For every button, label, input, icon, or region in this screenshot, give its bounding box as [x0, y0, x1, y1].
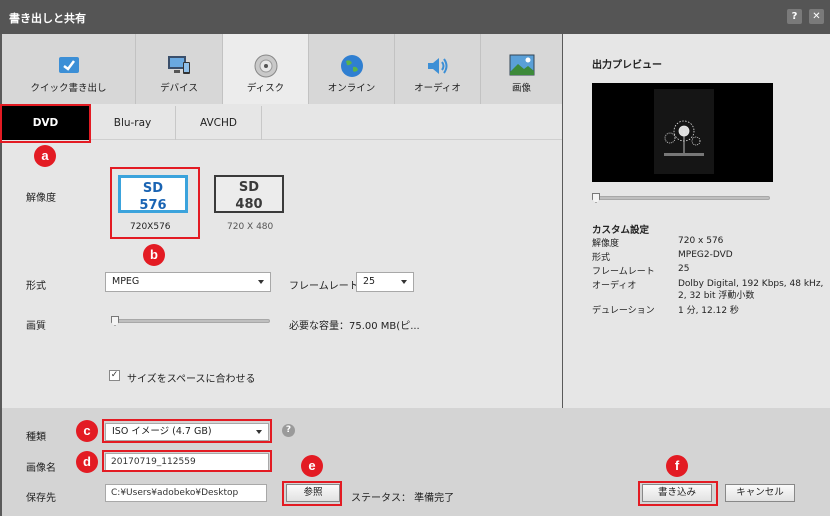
custom-settings-title: カスタム設定 [592, 225, 650, 236]
tab-label: クイック書き出し [30, 83, 107, 94]
resolution-line2: 480 [235, 197, 263, 212]
quick-export-icon [57, 54, 81, 79]
annotation-box-a [0, 104, 91, 143]
disc-icon [254, 54, 278, 81]
annotation-badge-f: f [666, 455, 688, 477]
annotation-box-f [638, 481, 718, 506]
resolution-caption: 720 X 480 [227, 222, 274, 232]
status-text: ステータス： 準備完了 [351, 493, 455, 504]
fit-to-space-label: サイズをスペースに合わせる [127, 374, 256, 385]
framerate-value: 25 [363, 276, 376, 287]
annotation-badge-b: b [143, 244, 165, 266]
setting-key: デュレーション [592, 306, 655, 316]
quality-slider[interactable] [112, 319, 270, 323]
required-space-text: 必要な容量：75.00 MB(ピ... [289, 321, 420, 332]
save-location-input[interactable]: C:¥Users¥adobeko¥Desktop [105, 484, 267, 502]
export-type-tabs: クイック書き出し デバイス ディスク オンライン オーディオ 画像 [2, 34, 562, 104]
cancel-button[interactable]: キャンセル [725, 484, 795, 502]
setting-value: 720 x 576 [678, 236, 724, 246]
name-label: 画像名 [26, 463, 56, 474]
annotation-box-d [102, 450, 272, 472]
annotation-box-e [282, 481, 342, 506]
output-preview-panel: 出力プレビュー カスタム設定 解像度 720 x 576 形式 MPEG2-DV… [563, 34, 830, 408]
chevron-down-icon [401, 280, 407, 284]
speaker-icon [425, 54, 451, 81]
setting-key: 形式 [592, 253, 611, 263]
tab-disc[interactable]: ディスク [223, 34, 309, 104]
setting-value: MPEG2-DVD [678, 250, 733, 260]
tab-blu-ray[interactable]: Blu-ray [90, 106, 176, 140]
tab-avchd[interactable]: AVCHD [176, 106, 262, 140]
annotation-badge-d: d [76, 451, 98, 473]
quality-slider-thumb[interactable] [111, 316, 119, 326]
setting-value: Dolby Digital, 192 Kbps, 48 kHz, 2, 32 b… [678, 279, 824, 301]
resolution-label: 解像度 [26, 193, 56, 204]
tab-audio[interactable]: オーディオ [395, 34, 481, 104]
fit-to-space-checkbox[interactable]: ✓ [109, 370, 120, 381]
tab-label: オーディオ [414, 83, 461, 94]
tab-label: 画像 [511, 83, 531, 94]
setting-value: 1 分, 12.12 秒 [678, 306, 739, 316]
tab-label: オンライン [327, 83, 376, 94]
type-label: 種類 [26, 432, 46, 443]
close-icon[interactable]: ✕ [809, 9, 824, 24]
chevron-down-icon [258, 280, 264, 284]
tab-label: デバイス [160, 83, 198, 94]
setting-key: 解像度 [592, 239, 620, 249]
tab-quick-export[interactable]: クイック書き出し [2, 34, 136, 104]
format-value: MPEG [112, 276, 140, 287]
preview-title: 出力プレビュー [592, 60, 662, 71]
setting-value: 25 [678, 264, 690, 274]
annotation-badge-c: c [76, 420, 98, 442]
format-label: 形式 [26, 281, 46, 292]
setting-key: オーディオ [592, 281, 637, 291]
annotation-badge-a: a [34, 145, 56, 167]
window-title: 書き出しと共有 [9, 12, 86, 25]
tab-image[interactable]: 画像 [481, 34, 562, 104]
resolution-sd480-button[interactable]: SD 480 [214, 175, 284, 213]
framerate-label: フレームレート [289, 281, 359, 292]
annotation-badge-e: e [301, 455, 323, 477]
framerate-select[interactable]: 25 [356, 272, 414, 292]
image-icon [509, 54, 535, 79]
preview-scrubber[interactable] [592, 196, 770, 200]
help-icon[interactable]: ? [282, 424, 295, 437]
help-icon[interactable]: ? [787, 9, 802, 24]
preview-video [592, 83, 773, 182]
export-options-panel: クイック書き出し デバイス ディスク オンライン オーディオ 画像 DVD Bl… [2, 34, 562, 408]
annotation-box-c [102, 419, 272, 443]
title-bar: 書き出しと共有 ? ✕ [0, 0, 830, 34]
setting-key: フレームレート [592, 267, 655, 277]
tab-device[interactable]: デバイス [136, 34, 223, 104]
tab-label: ディスク [246, 83, 285, 94]
quality-label: 画質 [26, 321, 46, 332]
device-icon [166, 54, 192, 79]
preview-scrubber-thumb[interactable] [592, 193, 600, 203]
globe-icon [340, 54, 364, 81]
format-select[interactable]: MPEG [105, 272, 271, 292]
tab-online[interactable]: オンライン [309, 34, 395, 104]
save-location-label: 保存先 [26, 493, 56, 504]
resolution-line1: SD [238, 180, 260, 195]
annotation-box-b [110, 167, 200, 239]
